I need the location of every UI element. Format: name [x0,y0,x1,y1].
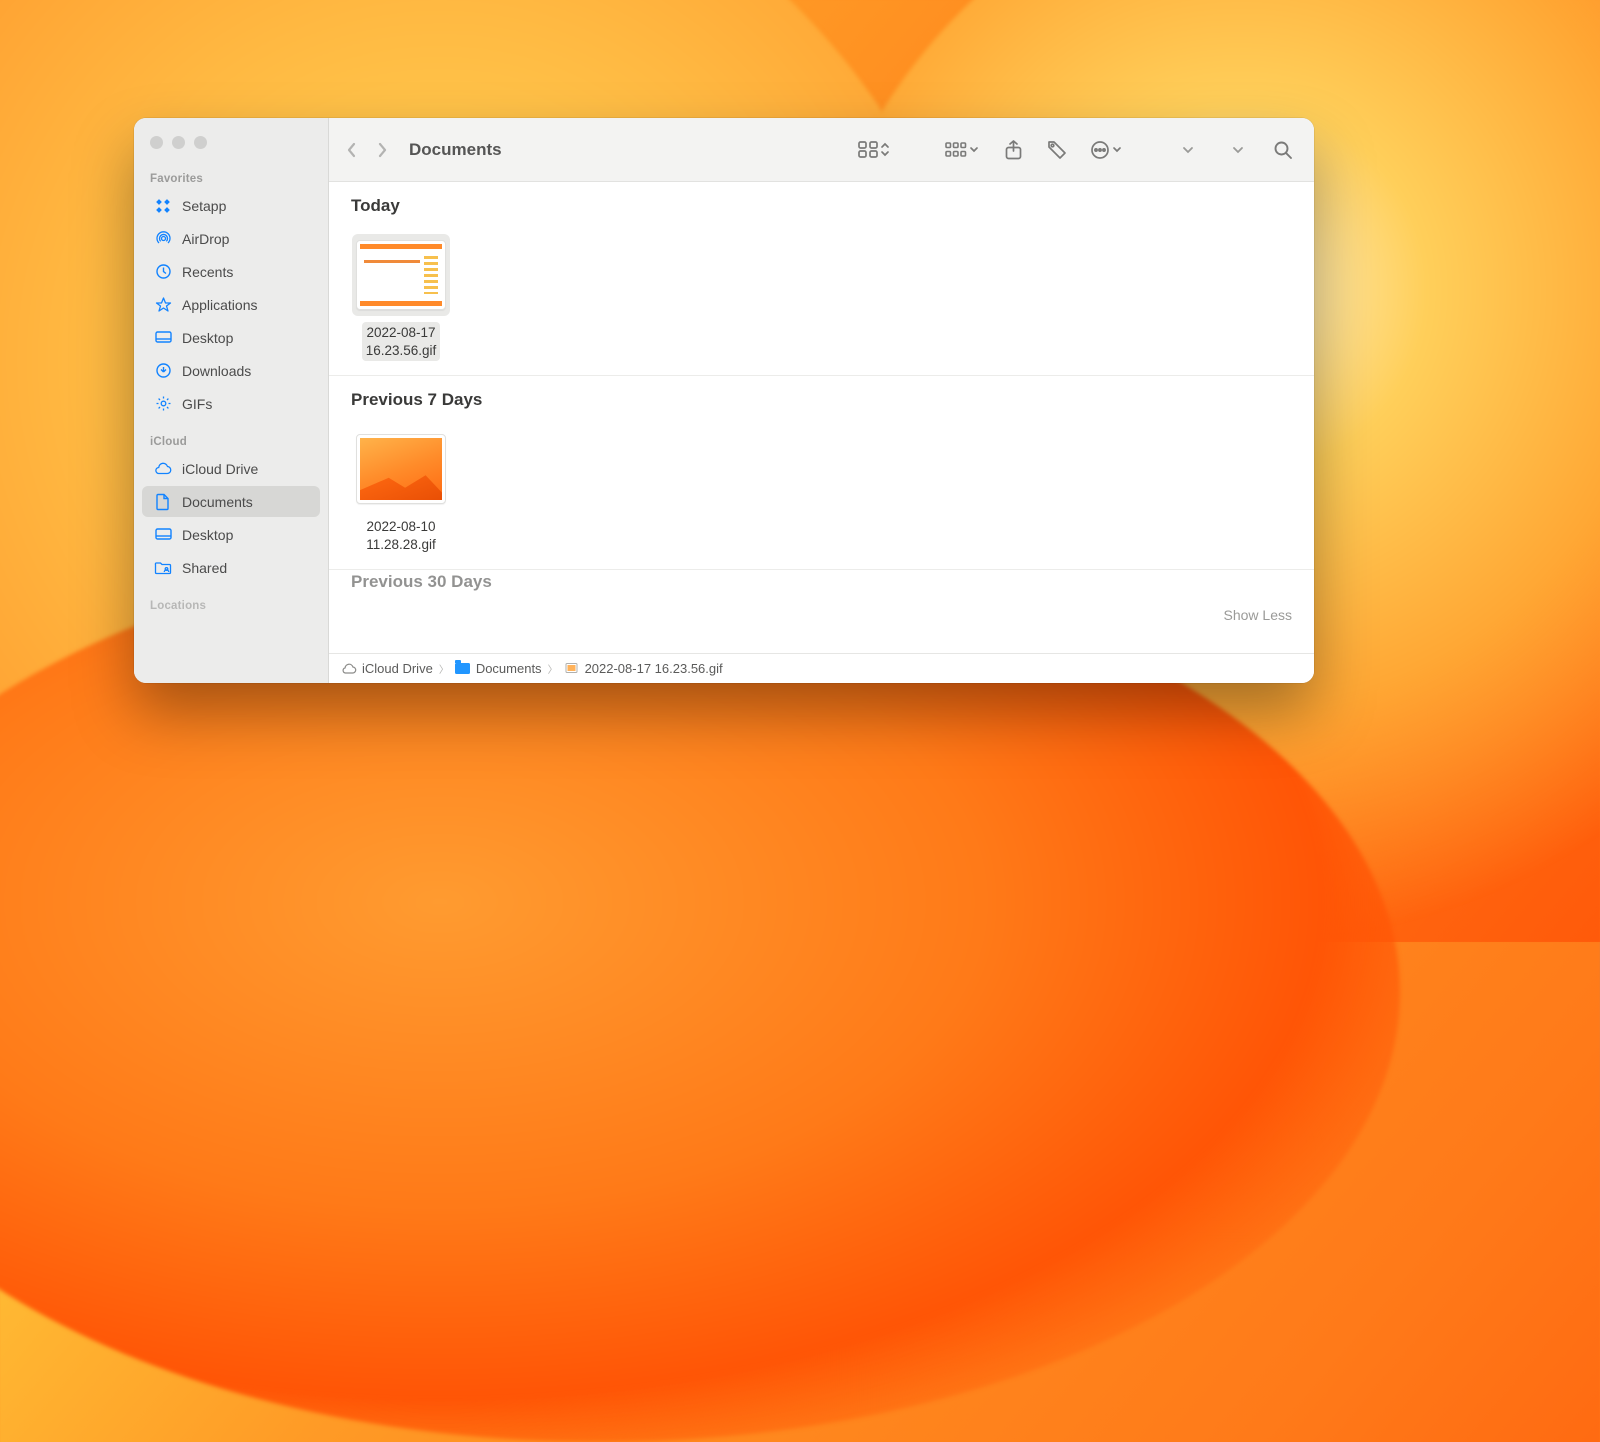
sidebar-item-downloads[interactable]: Downloads [142,355,320,386]
shared-folder-icon [154,559,172,577]
doc-icon [154,493,172,511]
sidebar-item-label: iCloud Drive [182,461,258,477]
file-item[interactable]: 2022-08-17 16.23.56.gif [351,230,451,361]
back-button[interactable] [337,136,367,164]
window-title: Documents [409,140,502,160]
sidebar-section-icloud: iCloud [134,432,328,452]
chevron-right-icon: 〉 [548,661,558,676]
view-mode-button[interactable] [850,136,898,164]
show-less-button[interactable]: Show Less [1224,607,1292,623]
window-controls [134,136,328,169]
path-segment-file[interactable]: 2022-08-17 16.23.56.gif [564,661,723,677]
group-heading-prev30: Previous 30 Days [329,570,1314,592]
sidebar-item-label: Setapp [182,198,226,214]
file-name-label: 2022-08-17 16.23.56.gif [362,322,441,361]
cloud-icon [154,460,172,478]
sidebar-item-airdrop[interactable]: AirDrop [142,223,320,254]
chevron-right-icon: 〉 [439,661,449,676]
gear-icon [154,395,172,413]
group-by-button[interactable] [938,136,986,164]
cloud-icon [341,661,357,677]
file-item[interactable]: 2022-08-10 11.28.28.gif [351,424,451,555]
close-window-button[interactable] [150,136,163,149]
sidebar-item-label: Recents [182,264,233,280]
group-heading-prev7: Previous 7 Days [329,376,1314,416]
sidebar-item-setapp[interactable]: Setapp [142,190,320,221]
sidebar-item-label: Desktop [182,527,233,543]
setapp-icon [154,197,172,215]
zoom-window-button[interactable] [194,136,207,149]
path-segment-label: 2022-08-17 16.23.56.gif [585,661,723,676]
sidebar-item-recents[interactable]: Recents [142,256,320,287]
main-pane: Documents [329,118,1314,683]
sidebar-section-locations: Locations [134,596,328,616]
minimize-window-button[interactable] [172,136,185,149]
path-bar: iCloud Drive 〉 Documents 〉 2022-08-17 16… [329,653,1314,683]
toolbar-overflow-chevron-1[interactable] [1178,136,1198,164]
file-grid: Today 2022-08-17 16.23.56.gif Previous 7… [329,182,1314,653]
sidebar-item-label: Shared [182,560,227,576]
sidebar-item-gifs[interactable]: GIFs [142,388,320,419]
applications-icon [154,296,172,314]
search-button[interactable] [1266,136,1300,164]
file-thumbnail [356,240,446,310]
sidebar-item-icloud-drive[interactable]: iCloud Drive [142,453,320,484]
forward-button[interactable] [367,136,397,164]
share-button[interactable] [996,136,1030,164]
path-segment-label: Documents [476,661,542,676]
sidebar-item-label: AirDrop [182,231,229,247]
sidebar-item-desktop-icloud[interactable]: Desktop [142,519,320,550]
toolbar-overflow-chevron-2[interactable] [1228,136,1248,164]
sidebar-item-label: GIFs [182,396,212,412]
sidebar-item-desktop[interactable]: Desktop [142,322,320,353]
file-name-label: 2022-08-10 11.28.28.gif [362,516,440,555]
toolbar: Documents [329,118,1314,182]
sidebar-item-label: Desktop [182,330,233,346]
finder-window: Favorites Setapp AirDrop Recents Applica… [134,118,1314,683]
sidebar-section-favorites: Favorites [134,169,328,189]
sidebar: Favorites Setapp AirDrop Recents Applica… [134,118,329,683]
desktop-icon [154,526,172,544]
file-icon [564,661,580,677]
path-segment-documents[interactable]: Documents [455,661,542,677]
path-segment-icloud-drive[interactable]: iCloud Drive [341,661,433,677]
group-heading-today: Today [329,182,1314,222]
sidebar-item-label: Applications [182,297,258,313]
recents-icon [154,263,172,281]
sidebar-item-documents[interactable]: Documents [142,486,320,517]
airdrop-icon [154,230,172,248]
sidebar-item-applications[interactable]: Applications [142,289,320,320]
sidebar-item-label: Downloads [182,363,251,379]
downloads-icon [154,362,172,380]
tags-button[interactable] [1040,136,1074,164]
folder-icon [455,661,471,677]
desktop-icon [154,329,172,347]
sidebar-item-label: Documents [182,494,253,510]
sidebar-item-shared[interactable]: Shared [142,552,320,583]
path-segment-label: iCloud Drive [362,661,433,676]
file-thumbnail [356,434,446,504]
action-menu-button[interactable] [1084,136,1128,164]
